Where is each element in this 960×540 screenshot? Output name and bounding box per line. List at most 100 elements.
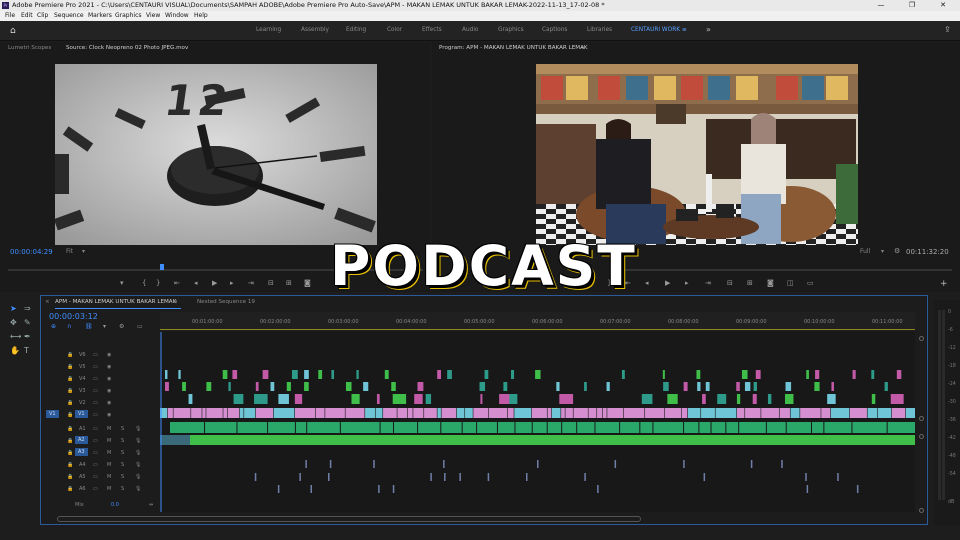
video-clip-v1[interactable] bbox=[295, 408, 316, 418]
slip-tool-icon[interactable]: ⟷ bbox=[10, 332, 21, 341]
extract-icon[interactable]: ⊞ bbox=[747, 279, 753, 287]
video-clip-v1[interactable] bbox=[800, 408, 821, 418]
video-clip-v1[interactable] bbox=[173, 408, 191, 418]
workspace-assembly[interactable]: Assembly bbox=[301, 27, 329, 33]
overlay-clip[interactable] bbox=[294, 394, 303, 404]
overlay-clip[interactable] bbox=[806, 370, 809, 379]
type-tool-icon[interactable]: T bbox=[24, 346, 29, 355]
video-clip-v1[interactable] bbox=[473, 408, 489, 418]
video-clip-v1[interactable] bbox=[345, 408, 365, 418]
step-forward-icon[interactable]: ▸ bbox=[685, 279, 689, 287]
audio-clip-a1[interactable] bbox=[620, 422, 640, 433]
video-clip-v1[interactable] bbox=[441, 408, 457, 418]
audio-clip-a1[interactable] bbox=[562, 422, 577, 433]
overlay-clip[interactable] bbox=[741, 370, 748, 379]
audio-clip-a1[interactable] bbox=[824, 422, 852, 433]
overlay-clip[interactable] bbox=[662, 370, 665, 379]
overlay-clip[interactable] bbox=[356, 370, 359, 379]
audio-clip-small[interactable] bbox=[537, 460, 539, 468]
audio-clip-small[interactable] bbox=[277, 485, 280, 493]
video-clip-v1[interactable] bbox=[456, 408, 465, 418]
razor-tool-icon[interactable]: ✎ bbox=[24, 318, 31, 327]
add-button-icon[interactable]: + bbox=[940, 279, 948, 289]
overlay-clip[interactable] bbox=[291, 370, 298, 379]
overlay-clip[interactable] bbox=[318, 370, 323, 379]
program-menu-icon[interactable]: ≡ bbox=[581, 42, 586, 54]
export-frame-icon[interactable]: ◙ bbox=[767, 279, 774, 287]
audio-clip-a1[interactable] bbox=[441, 422, 462, 433]
overlay-clip[interactable] bbox=[363, 382, 369, 391]
overlay-clip[interactable] bbox=[815, 370, 820, 379]
comparison-view-icon[interactable]: ◫ bbox=[787, 279, 794, 287]
video-clip-v1[interactable] bbox=[715, 408, 737, 418]
overlay-clip[interactable] bbox=[697, 382, 701, 391]
overlay-clip[interactable] bbox=[188, 394, 193, 404]
video-clip-v1[interactable] bbox=[365, 408, 376, 418]
source-patch-v1[interactable]: V1 bbox=[46, 410, 59, 418]
overlay-clip[interactable] bbox=[510, 370, 515, 379]
audio-clip-small[interactable] bbox=[305, 460, 307, 468]
overlay-clip[interactable] bbox=[232, 370, 238, 379]
source-timecode[interactable]: 00:00:04:29 bbox=[10, 248, 53, 256]
video-clip-v1[interactable] bbox=[223, 408, 228, 418]
overlay-clip[interactable] bbox=[254, 394, 268, 404]
overlay-clip[interactable] bbox=[663, 382, 669, 391]
video-clip-v1[interactable] bbox=[905, 408, 924, 418]
audio-clip-a1[interactable] bbox=[699, 422, 711, 433]
overlay-clip[interactable] bbox=[255, 382, 259, 391]
video-clip-v1[interactable] bbox=[623, 408, 645, 418]
video-clip-v1[interactable] bbox=[821, 408, 831, 418]
track-header-v2[interactable]: 🔒 V2 ▭ ◉ bbox=[41, 397, 160, 409]
audio-clip-small[interactable] bbox=[373, 460, 375, 468]
video-clip-v1[interactable] bbox=[531, 408, 547, 418]
overlay-clip[interactable] bbox=[736, 382, 740, 391]
overlay-clip[interactable] bbox=[228, 382, 231, 391]
overlay-clip[interactable] bbox=[479, 382, 486, 391]
track-select-icon[interactable]: ⇒ bbox=[24, 304, 31, 313]
video-clip-v1[interactable] bbox=[206, 408, 223, 418]
overlay-clip[interactable] bbox=[717, 394, 727, 404]
video-clip-v1[interactable] bbox=[573, 408, 588, 418]
workspace-captions[interactable]: Captions bbox=[542, 27, 567, 33]
menu-graphics[interactable]: Graphics bbox=[115, 11, 142, 21]
tab-menu-icon[interactable]: ≡ bbox=[173, 296, 178, 308]
audio-clip-small[interactable] bbox=[299, 473, 301, 481]
video-clip-v1[interactable] bbox=[597, 408, 603, 418]
overlay-clip[interactable] bbox=[437, 370, 441, 379]
menu-sequence[interactable]: Sequence bbox=[54, 11, 84, 21]
overlay-clip[interactable] bbox=[509, 394, 518, 404]
video-clip-v1[interactable] bbox=[645, 408, 665, 418]
audio-clip-a1[interactable] bbox=[653, 422, 684, 433]
program-scrubber[interactable] bbox=[622, 269, 952, 271]
audio-clip-small[interactable] bbox=[430, 473, 432, 481]
workspace-menu-icon[interactable]: ≡ bbox=[682, 27, 687, 33]
insert-sequence-icon[interactable]: ⊕ bbox=[51, 323, 56, 330]
track-header-v1[interactable]: V1 🔒 V1 ▭ ◉ bbox=[41, 409, 160, 421]
audio-clip-small[interactable] bbox=[254, 473, 257, 481]
video-clip-v1[interactable] bbox=[424, 408, 437, 418]
overlay-clip[interactable] bbox=[683, 382, 688, 391]
video-clip-v1[interactable] bbox=[273, 408, 295, 418]
horizontal-scrollbar[interactable] bbox=[57, 516, 641, 522]
timeline-timecode[interactable]: 00:00:03:12 bbox=[49, 312, 98, 321]
audio-clip-small[interactable] bbox=[614, 460, 617, 468]
audio-clip-a1[interactable] bbox=[684, 422, 699, 433]
audio-clip-a2[interactable] bbox=[190, 435, 915, 445]
video-clip-v1[interactable] bbox=[376, 408, 383, 418]
overlay-clip[interactable] bbox=[884, 382, 888, 391]
overlay-clip[interactable] bbox=[376, 394, 380, 404]
overlay-clip[interactable] bbox=[286, 382, 291, 391]
audio-clip-a1[interactable] bbox=[532, 422, 547, 433]
video-clip-v1[interactable] bbox=[437, 408, 441, 418]
selection-tool-icon[interactable]: ➤ bbox=[10, 304, 17, 313]
overlay-clip[interactable] bbox=[351, 394, 360, 404]
add-marker-icon[interactable]: ▾ bbox=[120, 279, 124, 287]
audio-clip-small[interactable] bbox=[443, 460, 445, 468]
video-clip-v1[interactable] bbox=[255, 408, 274, 418]
video-clip-v1[interactable] bbox=[736, 408, 745, 418]
audio-clip-small[interactable] bbox=[750, 460, 753, 468]
track-header-a1[interactable]: 🔒 A1 ▭ M S 🎙 bbox=[41, 423, 160, 435]
track-header-v3[interactable]: 🔒 V3 ▭ ◉ bbox=[41, 385, 160, 397]
video-clip-v1[interactable] bbox=[561, 408, 565, 418]
target-patch-v1[interactable]: V1 bbox=[75, 410, 88, 418]
